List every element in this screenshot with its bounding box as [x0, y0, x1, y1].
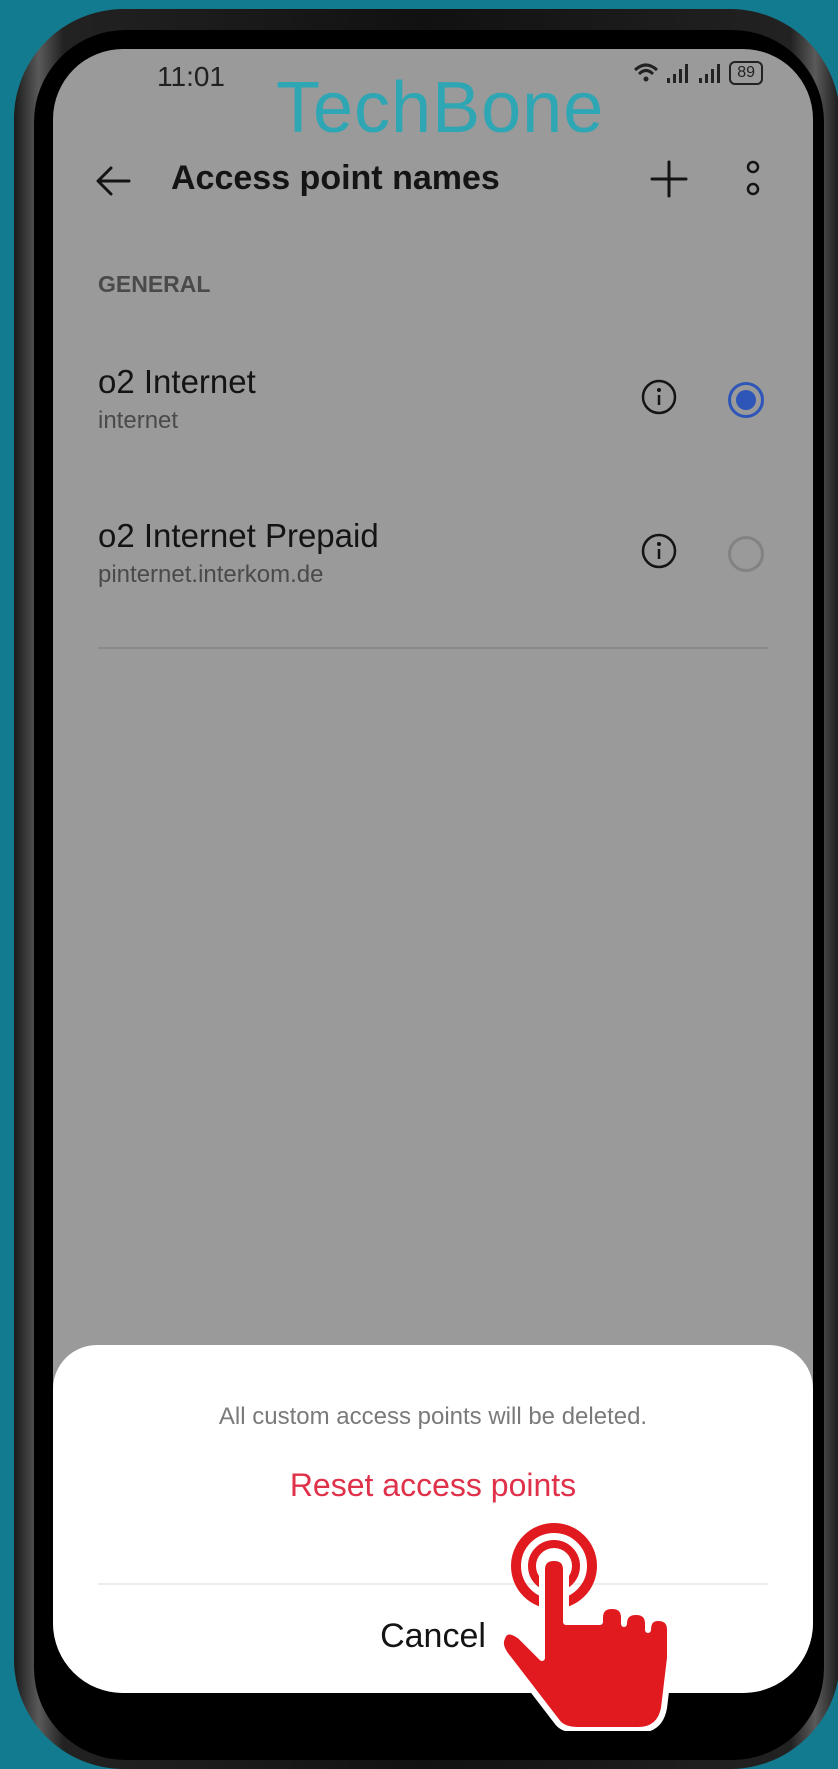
sheet-message: All custom access points will be deleted…	[218, 1403, 648, 1430]
reset-bottom-sheet: All custom access points will be deleted…	[53, 1345, 813, 1693]
more-options-icon[interactable]	[743, 159, 763, 199]
apn-value: internet	[98, 407, 179, 434]
add-icon[interactable]	[649, 159, 689, 199]
tap-hand-icon	[498, 1523, 673, 1731]
section-header: GENERAL	[98, 271, 211, 297]
info-icon[interactable]	[641, 379, 677, 415]
reset-access-points-button[interactable]: Reset access points	[53, 1467, 813, 1504]
apn-item-o2-internet-prepaid[interactable]: o2 Internet Prepaid pinternet.interkom.d…	[53, 493, 813, 613]
list-divider	[98, 647, 768, 649]
apn-name: o2 Internet	[98, 363, 256, 400]
phone-screen: 11:01 89 TechBone Access point names GEN…	[53, 49, 813, 1693]
page-title: Access point names	[171, 159, 500, 197]
apn-value: pinternet.interkom.de	[98, 561, 324, 588]
apn-radio-selected[interactable]	[728, 382, 764, 418]
wifi-icon	[634, 63, 659, 82]
signal-icon	[699, 64, 721, 83]
apn-name: o2 Internet Prepaid	[98, 517, 379, 554]
info-icon[interactable]	[641, 533, 677, 569]
back-arrow-icon[interactable]	[93, 161, 133, 201]
signal-icon	[667, 64, 689, 83]
watermark: TechBone	[276, 68, 605, 148]
status-time: 11:01	[157, 61, 225, 92]
status-icons: 89	[633, 61, 763, 85]
cancel-button[interactable]: Cancel	[53, 1617, 813, 1656]
battery-icon: 89	[729, 61, 763, 85]
apn-item-o2-internet[interactable]: o2 Internet internet	[53, 339, 813, 459]
apn-radio-unselected[interactable]	[728, 536, 764, 572]
